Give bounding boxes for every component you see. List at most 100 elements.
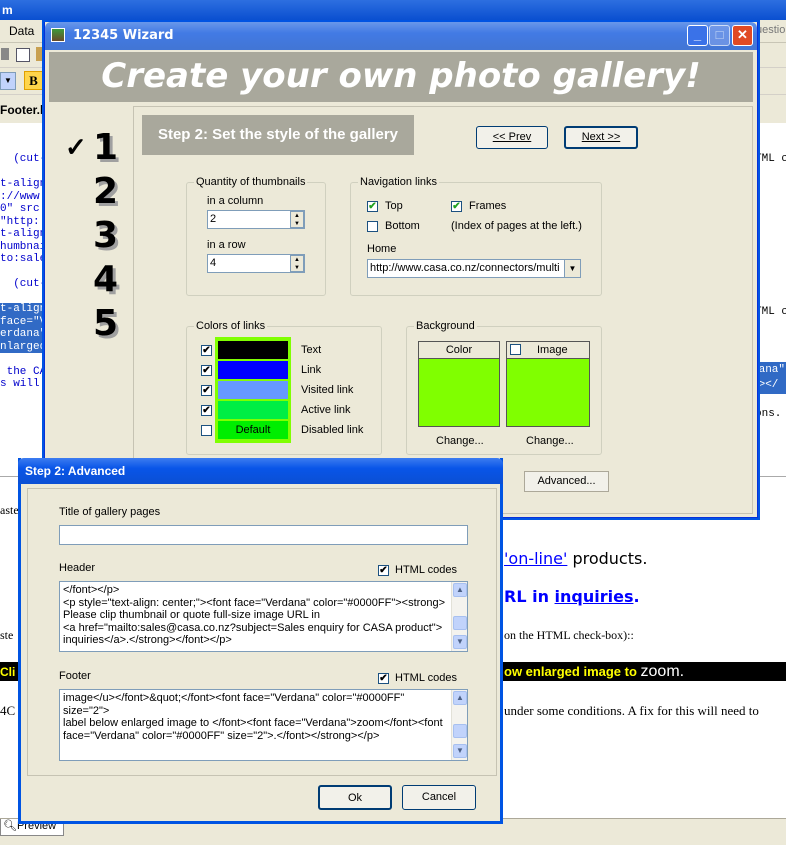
minimize-icon: _ — [693, 27, 702, 42]
code-right-fragment: ons. — [755, 408, 782, 420]
minimize-button[interactable]: _ — [687, 25, 708, 46]
color-swatch[interactable] — [218, 341, 288, 359]
column-label: in a column — [207, 195, 264, 207]
textarea-line: image</u></font>&quot;</font><font face=… — [63, 692, 405, 704]
wizard-window: 12345 Wizard _ □ ✕ Create your own photo… — [44, 22, 758, 518]
scroll-down-icon[interactable]: ▼ — [453, 635, 467, 649]
header-lines: </font></p> <p style="text-align: center;… — [63, 584, 449, 647]
change-image-link[interactable]: Change... — [526, 434, 574, 448]
background-color-label: Color — [419, 342, 499, 359]
copy-icon[interactable] — [16, 48, 30, 62]
change-color-link[interactable]: Change... — [436, 434, 484, 448]
navigation-group: Navigation links ✔ Top ✔ Frames Bottom (… — [350, 175, 602, 296]
home-url-select[interactable]: http://www.casa.co.nz/connectors/multi — [367, 259, 581, 278]
top-checkbox[interactable]: ✔ — [367, 201, 378, 212]
bottom-label: Bottom — [385, 220, 420, 232]
thumbnails-legend: Quantity of thumbnails — [194, 175, 308, 189]
app-title-bar: m — [0, 0, 786, 20]
app-title-fragment: m — [2, 3, 13, 17]
preview-inquiries-link[interactable]: inquiries — [555, 587, 634, 606]
color-checkbox[interactable]: ✔ — [201, 345, 212, 356]
scroll-up-icon[interactable]: ▲ — [453, 583, 467, 597]
footer-textarea[interactable]: image</u></font>&quot;</font><font face=… — [59, 689, 468, 761]
thumbnails-group: Quantity of thumbnails in a column 2 ▲ ▼ … — [186, 175, 326, 296]
cut-icon[interactable] — [1, 48, 9, 60]
preview-black-bar-text-b: zoom. — [640, 663, 685, 680]
footer-scrollbar[interactable]: ▲ ▼ — [451, 690, 467, 760]
colors-group: Colors of links ✔ Text ✔ Link ✔ Visited link ✔… — [186, 319, 382, 455]
wizard-app-icon — [51, 28, 65, 42]
background-image-header: Image — [507, 342, 589, 359]
header-textarea[interactable]: </font></p> <p style="text-align: center;… — [59, 581, 468, 652]
bottom-checkbox[interactable] — [367, 221, 378, 232]
menu-data[interactable]: Data — [9, 24, 34, 38]
scroll-up-icon[interactable]: ▲ — [453, 691, 467, 705]
step-2[interactable]: 2 — [93, 172, 118, 212]
close-button[interactable]: ✕ — [732, 25, 753, 46]
color-checkbox[interactable]: ✔ — [201, 405, 212, 416]
maximize-button[interactable]: □ — [709, 25, 730, 46]
step-5[interactable]: 5 — [93, 304, 118, 344]
frames-label: Frames — [469, 200, 507, 212]
step-1[interactable]: 1 — [93, 128, 118, 168]
advanced-panel: Title of gallery pages Header ✔ HTML cod… — [27, 488, 497, 776]
gallery-title-input[interactable] — [59, 525, 468, 545]
step-heading: Step 2: Set the style of the gallery — [142, 115, 414, 155]
textarea-line: <a href="mailto:sales@casa.co.nz?subject… — [63, 621, 443, 634]
file-tab[interactable]: Footer.h — [0, 103, 47, 117]
header-scrollbar[interactable]: ▲ ▼ — [451, 582, 467, 651]
advanced-title: Step 2: Advanced — [25, 464, 126, 478]
background-image-checkbox[interactable] — [510, 344, 521, 355]
frames-checkbox[interactable]: ✔ — [451, 201, 462, 212]
textarea-line: size="2"> — [63, 704, 110, 717]
scroll-thumb[interactable] — [453, 724, 467, 738]
next-button[interactable]: Next >> — [564, 126, 638, 149]
top-label: Top — [385, 200, 403, 212]
column-spinner-arrows[interactable]: ▲ ▼ — [290, 211, 304, 228]
preview-url-dot: . — [633, 587, 640, 606]
preview-fragment: aste — [0, 503, 19, 517]
preview-url-text: RL in — [504, 587, 555, 606]
background-legend: Background — [414, 319, 477, 333]
color-swatch[interactable] — [218, 381, 288, 399]
preview-html-checkbox-text: on the HTML check-box):: — [504, 628, 634, 642]
preview-url-line: RL in inquiries. — [504, 587, 640, 606]
step-3[interactable]: 3 — [93, 216, 118, 256]
magnifier-icon: 🔍︎ — [3, 820, 17, 832]
footer-html-codes-checkbox[interactable]: ✔ — [378, 673, 389, 684]
textarea-line: inquiries</a>.</strong></font></p> — [63, 634, 232, 646]
advanced-button[interactable]: Advanced... — [524, 471, 609, 492]
scroll-down-icon[interactable]: ▼ — [453, 744, 467, 758]
font-dropdown-arrow[interactable]: ▼ — [0, 72, 16, 90]
color-swatch[interactable] — [218, 361, 288, 379]
prev-button[interactable]: << Prev — [476, 126, 548, 149]
color-swatch[interactable]: Default — [218, 421, 288, 439]
cancel-button[interactable]: Cancel — [402, 785, 476, 810]
preview-online-line: 'on-line' products. — [504, 549, 647, 568]
color-checkbox[interactable] — [201, 425, 212, 436]
question-box-fragment[interactable]: uestio — [756, 24, 785, 36]
color-label: Visited link — [301, 384, 354, 396]
home-url-dropdown-arrow[interactable]: ▼ — [564, 260, 580, 277]
preview-online-link[interactable]: 'on-line' — [504, 549, 567, 568]
row-spinner-arrows[interactable]: ▲ ▼ — [290, 255, 304, 272]
color-checkbox[interactable]: ✔ — [201, 385, 212, 396]
color-label: Disabled link — [301, 424, 364, 436]
step-4[interactable]: 4 — [93, 260, 118, 300]
preview-conditions-text: under some conditions. A fix for this wi… — [504, 703, 759, 718]
color-checkbox[interactable]: ✔ — [201, 365, 212, 376]
color-swatch[interactable] — [218, 401, 288, 419]
textarea-line: Please clip thumbnail or quote full-size… — [63, 609, 320, 621]
color-label: Active link — [301, 404, 351, 416]
wizard-title: 12345 Wizard — [73, 28, 174, 43]
footer-lines: image</u></font>&quot;</font><font face=… — [63, 692, 449, 742]
background-color-box[interactable]: Color — [418, 341, 500, 427]
background-image-box[interactable]: Image — [506, 341, 590, 427]
gallery-title-label: Title of gallery pages — [59, 506, 161, 518]
textarea-line: </font></p> — [63, 584, 120, 596]
ok-button[interactable]: Ok — [318, 785, 392, 810]
advanced-dialog: Step 2: Advanced Title of gallery pages … — [18, 458, 503, 824]
scroll-thumb[interactable] — [453, 616, 467, 630]
header-html-codes-checkbox[interactable]: ✔ — [378, 565, 389, 576]
bold-button[interactable]: B — [24, 71, 43, 90]
